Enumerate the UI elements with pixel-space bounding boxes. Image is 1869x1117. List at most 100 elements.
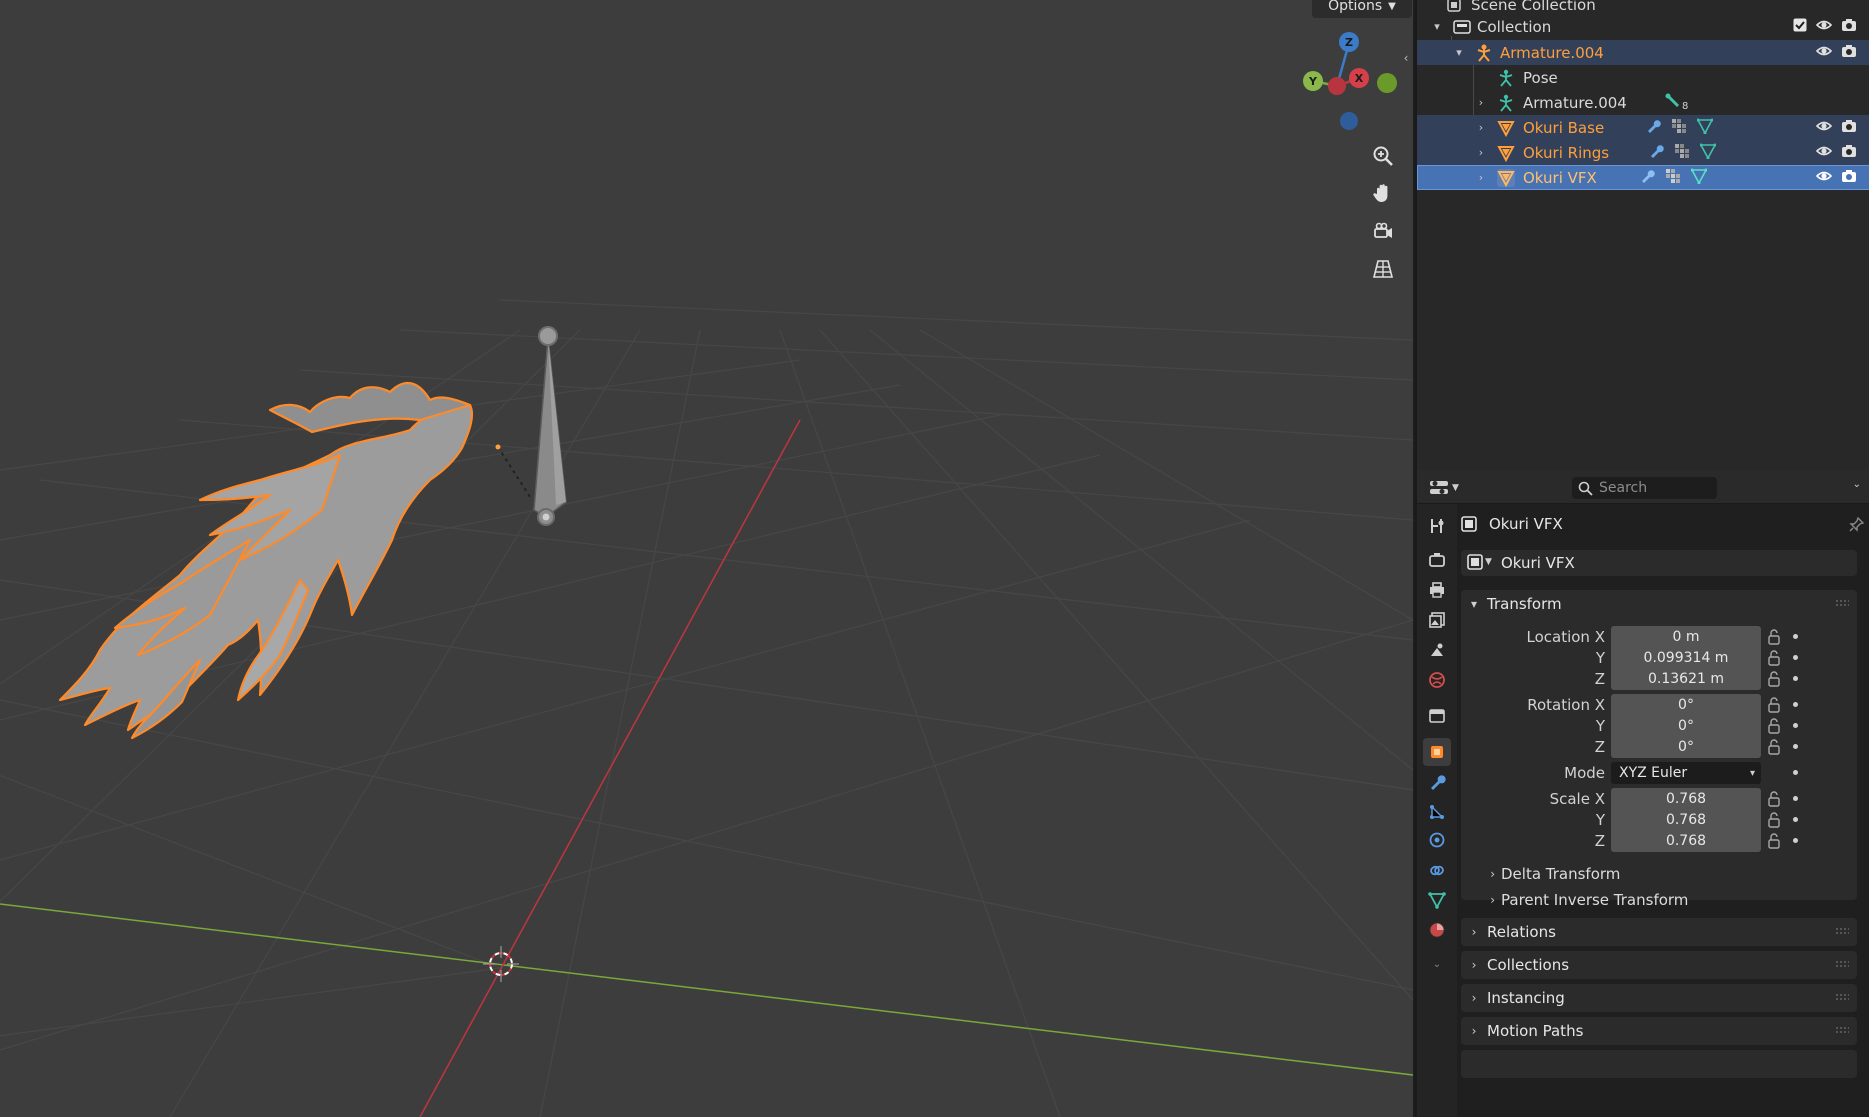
keyframe-dot[interactable]	[1793, 744, 1798, 749]
keyframe-dot[interactable]	[1793, 723, 1798, 728]
chevron-right-icon[interactable]: ›	[1475, 146, 1487, 159]
properties-editor[interactable]: ▼ Search ⌄ ⌄ Okuri VFX ▼ Okuri VFX ▾ Tra…	[1415, 470, 1869, 1117]
eye-icon[interactable]	[1815, 144, 1833, 162]
drag-grip-icon[interactable]	[1835, 960, 1849, 968]
drag-grip-icon[interactable]	[1835, 1026, 1849, 1034]
location-x-field[interactable]: 0 m	[1611, 626, 1761, 648]
keyframe-dot[interactable]	[1793, 770, 1798, 775]
pin-icon[interactable]	[1849, 516, 1865, 536]
tab-physics[interactable]	[1423, 826, 1451, 854]
tab-constraints[interactable]	[1423, 856, 1451, 884]
instancing-panel[interactable]: › Instancing	[1461, 984, 1857, 1012]
3d-viewport[interactable]: Options ▼ ‹ Z Y X	[0, 0, 1413, 1117]
checkbox-icon[interactable]	[1793, 18, 1807, 36]
chevron-down-icon[interactable]: ▾	[1453, 46, 1465, 59]
tab-output[interactable]	[1423, 576, 1451, 604]
tab-more-chevron[interactable]: ⌄	[1423, 950, 1451, 978]
relations-panel-header[interactable]: › Relations	[1461, 918, 1857, 946]
outliner-row-okuri-base[interactable]: › Okuri Base	[1417, 115, 1869, 140]
gizmo-neg-x[interactable]	[1328, 77, 1346, 95]
tab-particles[interactable]	[1423, 798, 1451, 826]
keyframe-dot[interactable]	[1793, 838, 1798, 843]
collections-panel-header[interactable]: › Collections	[1461, 951, 1857, 979]
keyframe-dot[interactable]	[1793, 676, 1798, 681]
rotation-mode-select[interactable]: XYZ Euler ▾	[1611, 762, 1761, 784]
scale-y-field[interactable]: 0.768	[1611, 809, 1761, 831]
navigation-gizmo[interactable]: Z Y X	[1295, 28, 1405, 138]
wrench-icon[interactable]	[1645, 118, 1661, 138]
camera-render-icon[interactable]	[1841, 169, 1857, 187]
tab-view-layer[interactable]	[1423, 606, 1451, 634]
motion-paths-panel-header[interactable]: › Motion Paths	[1461, 1017, 1857, 1045]
lock-icon[interactable]	[1767, 812, 1781, 828]
vertex-groups-icon[interactable]	[1674, 143, 1690, 163]
object-type-dropdown[interactable]: ▼	[1467, 554, 1492, 570]
eye-icon[interactable]	[1815, 169, 1833, 187]
wrench-icon[interactable]	[1648, 143, 1664, 163]
perspective-toggle-button[interactable]	[1366, 252, 1400, 286]
zoom-button[interactable]	[1366, 139, 1400, 173]
tab-tool[interactable]	[1423, 512, 1451, 540]
outliner-row-okuri-rings[interactable]: › Okuri Rings	[1417, 140, 1869, 165]
relations-panel[interactable]: › Relations	[1461, 918, 1857, 946]
drag-grip-icon[interactable]	[1835, 927, 1849, 935]
lock-icon[interactable]	[1767, 718, 1781, 734]
keyframe-dot[interactable]	[1793, 702, 1798, 707]
lock-icon[interactable]	[1767, 671, 1781, 687]
camera-render-icon[interactable]	[1841, 18, 1857, 36]
gizmo-neg-y[interactable]	[1377, 73, 1397, 93]
eye-icon[interactable]	[1815, 18, 1833, 36]
lock-icon[interactable]	[1767, 833, 1781, 849]
keyframe-dot[interactable]	[1793, 796, 1798, 801]
camera-render-icon[interactable]	[1841, 144, 1857, 162]
location-z-field[interactable]: 0.13621 m	[1611, 668, 1761, 690]
keyframe-dot[interactable]	[1793, 655, 1798, 660]
parent-inverse-subpanel[interactable]: › Parent Inverse Transform	[1461, 888, 1857, 912]
scale-x-field[interactable]: 0.768	[1611, 788, 1761, 810]
drag-grip-icon[interactable]	[1835, 993, 1849, 1001]
tab-object[interactable]	[1423, 738, 1451, 766]
outliner-row-armature-data[interactable]: › Armature.004 8	[1417, 90, 1869, 115]
vertex-groups-icon[interactable]	[1671, 118, 1687, 138]
mesh-data-icon[interactable]	[1690, 168, 1708, 188]
editor-type-button[interactable]: ▼	[1429, 477, 1465, 499]
chevron-right-icon[interactable]: ›	[1475, 171, 1487, 184]
outliner-row-collection[interactable]: ▾ Collection	[1417, 14, 1869, 39]
vertex-groups-icon[interactable]	[1665, 168, 1681, 188]
tab-mesh-data[interactable]	[1423, 886, 1451, 914]
lock-icon[interactable]	[1767, 739, 1781, 755]
tab-render[interactable]	[1423, 546, 1451, 574]
lock-icon[interactable]	[1767, 791, 1781, 807]
pan-button[interactable]	[1366, 176, 1400, 210]
tab-collection[interactable]	[1423, 702, 1451, 730]
object-name-value[interactable]: Okuri VFX	[1501, 554, 1575, 572]
delta-transform-subpanel[interactable]: › Delta Transform	[1461, 862, 1857, 886]
options-button[interactable]: Options ▼	[1312, 0, 1412, 18]
search-input[interactable]: Search	[1572, 477, 1717, 499]
object-name-field[interactable]: ▼ Okuri VFX	[1461, 550, 1857, 576]
outliner-row-pose[interactable]: Pose	[1417, 65, 1869, 90]
rotation-z-field[interactable]: 0°	[1611, 736, 1761, 758]
chevron-right-icon[interactable]: ›	[1475, 96, 1487, 109]
outliner-panel[interactable]: Scene Collection ▾ Collection ▾ Armature…	[1415, 0, 1869, 470]
chevron-down-icon[interactable]: ▾	[1431, 20, 1443, 33]
drag-grip-icon[interactable]	[1835, 599, 1849, 607]
eye-icon[interactable]	[1815, 44, 1833, 62]
lock-icon[interactable]	[1767, 650, 1781, 666]
tab-material[interactable]	[1423, 916, 1451, 944]
mesh-data-icon[interactable]	[1699, 143, 1717, 163]
keyframe-dot[interactable]	[1793, 634, 1798, 639]
scale-z-field[interactable]: 0.768	[1611, 830, 1761, 852]
gizmo-neg-z[interactable]	[1340, 112, 1358, 130]
motion-paths-panel[interactable]: › Motion Paths	[1461, 1017, 1857, 1045]
camera-view-button[interactable]	[1366, 214, 1400, 248]
tab-world[interactable]	[1423, 666, 1451, 694]
options-dropdown-icon[interactable]: ⌄	[1853, 479, 1861, 490]
collections-panel[interactable]: › Collections	[1461, 951, 1857, 979]
lock-icon[interactable]	[1767, 697, 1781, 713]
instancing-panel-header[interactable]: › Instancing	[1461, 984, 1857, 1012]
transform-panel-header[interactable]: ▾ Transform	[1461, 590, 1857, 618]
keyframe-dot[interactable]	[1793, 817, 1798, 822]
wrench-icon[interactable]	[1639, 168, 1655, 188]
location-y-field[interactable]: 0.099314 m	[1611, 647, 1761, 669]
